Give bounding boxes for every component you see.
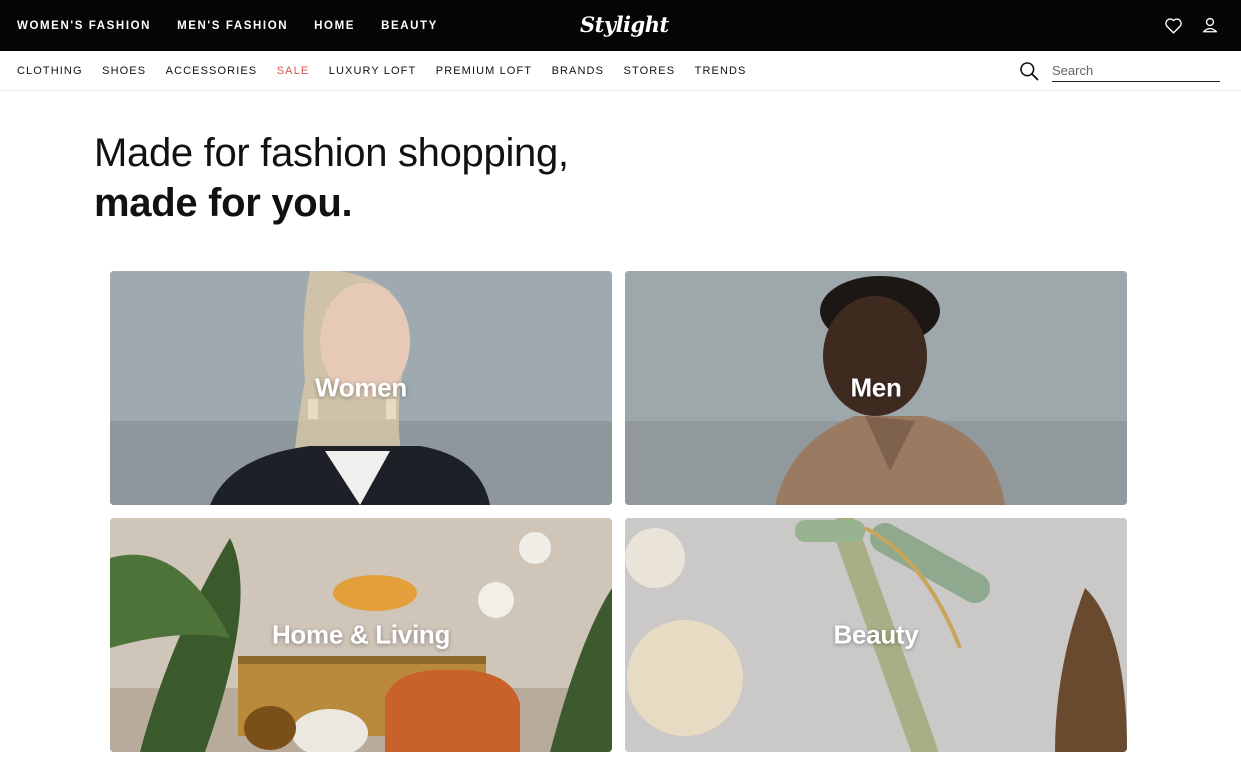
- category-label-home-living: Home & Living: [271, 619, 451, 650]
- heart-icon[interactable]: [1163, 15, 1183, 35]
- category-label-beauty: Beauty: [833, 619, 919, 650]
- hero-line-1: Made for fashion shopping,: [94, 131, 569, 175]
- nav-beauty[interactable]: BEAUTY: [381, 20, 438, 32]
- top-bar: WOMEN'S FASHION MEN'S FASHION HOME BEAUT…: [0, 0, 1241, 51]
- category-nav: CLOTHING SHOES ACCESSORIES SALE LUXURY L…: [17, 51, 766, 90]
- nav-trends[interactable]: TRENDS: [695, 65, 747, 77]
- search-input[interactable]: [1052, 60, 1220, 82]
- search-icon[interactable]: [1019, 61, 1039, 81]
- nav-mens-fashion[interactable]: MEN'S FASHION: [177, 20, 288, 32]
- nav-sale[interactable]: SALE: [277, 65, 310, 77]
- nav-accessories[interactable]: ACCESSORIES: [166, 65, 258, 77]
- nav-womens-fashion[interactable]: WOMEN'S FASHION: [17, 20, 151, 32]
- category-tile-men[interactable]: Men: [625, 271, 1127, 505]
- category-tile-beauty[interactable]: Beauty: [625, 518, 1127, 752]
- category-tile-home-living[interactable]: Home & Living: [110, 518, 612, 752]
- hero-line-2: made for you.: [94, 181, 353, 225]
- nav-premium-loft[interactable]: PREMIUM LOFT: [436, 65, 532, 77]
- category-label-men: Men: [850, 372, 902, 403]
- category-tile-women[interactable]: Women: [110, 271, 612, 505]
- category-label-women: Women: [315, 372, 407, 403]
- nav-home[interactable]: HOME: [314, 20, 355, 32]
- main-nav: WOMEN'S FASHION MEN'S FASHION HOME BEAUT…: [17, 0, 464, 51]
- nav-luxury-loft[interactable]: LUXURY LOFT: [329, 65, 417, 77]
- category-bar: CLOTHING SHOES ACCESSORIES SALE LUXURY L…: [0, 51, 1241, 91]
- nav-shoes[interactable]: SHOES: [102, 65, 146, 77]
- user-icon[interactable]: [1200, 15, 1220, 35]
- nav-clothing[interactable]: CLOTHING: [17, 65, 83, 77]
- nav-stores[interactable]: STORES: [624, 65, 676, 77]
- site-logo[interactable]: Stylight: [580, 12, 669, 37]
- hero-headline: Made for fashion shopping, made for you.: [94, 128, 569, 228]
- nav-brands[interactable]: BRANDS: [552, 65, 604, 77]
